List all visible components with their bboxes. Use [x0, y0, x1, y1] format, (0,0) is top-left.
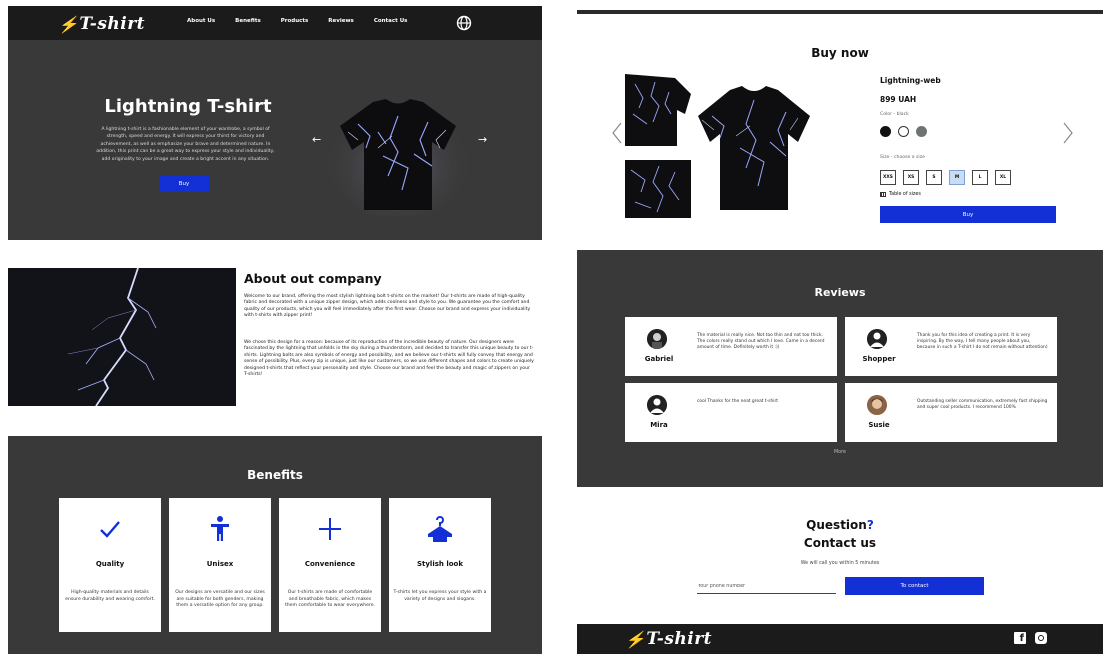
question-mark: ? — [866, 518, 874, 532]
product-name: Lightning-web — [880, 76, 941, 85]
size-selector: XXS XS S M L XL — [880, 170, 1011, 185]
hero-next-arrow[interactable]: → — [478, 133, 487, 146]
avatar — [867, 395, 887, 415]
about-title: About out company — [244, 271, 382, 286]
bolt-icon: ⚡ — [58, 14, 79, 34]
benefit-card-convenience: Convenience Our t-shirts are made of com… — [279, 498, 381, 632]
benefits-title: Benefits — [247, 468, 303, 482]
top-divider — [577, 10, 1103, 14]
review-text: cool Thanks for the neat great t-shirt — [697, 399, 779, 404]
nav-products[interactable]: Products — [281, 18, 309, 24]
review-text: Outstanding seller communication, extrem… — [917, 399, 1048, 410]
review-text: Thank you for this idea of creating a pr… — [917, 333, 1048, 350]
nav-benefits[interactable]: Benefits — [235, 18, 261, 24]
size-option-xl[interactable]: XL — [995, 170, 1011, 185]
phone-input[interactable] — [697, 580, 836, 594]
color-label: Color - black — [880, 112, 909, 117]
brand-logo[interactable]: ⚡ T-shirt — [58, 14, 145, 34]
avatar — [647, 329, 667, 349]
person-icon — [211, 516, 229, 541]
nav-reviews[interactable]: Reviews — [328, 18, 354, 24]
size-option-xs[interactable]: XS — [903, 170, 919, 185]
product-price: 899 UAH — [880, 95, 917, 104]
reviews-section: Reviews Gabriel The material is really n… — [577, 250, 1103, 487]
benefit-title: Unisex — [206, 560, 234, 568]
logo-text: T-shirt — [646, 629, 713, 649]
top-navbar: ⚡ T-shirt About Us Benefits Products Rev… — [8, 6, 542, 40]
table-icon — [880, 192, 886, 197]
footer: ⚡ T-shirt f — [577, 624, 1103, 654]
benefit-title: Quality — [95, 560, 125, 568]
nav-links: About Us Benefits Products Reviews Conta… — [187, 18, 407, 24]
instagram-icon[interactable] — [1035, 632, 1047, 644]
product-main-image — [698, 86, 810, 210]
chevron-left-icon[interactable] — [611, 122, 623, 144]
lightning-photo — [8, 268, 236, 406]
benefit-card-unisex: Unisex Our designs are versatile and our… — [169, 498, 271, 632]
benefit-description: Our t-shirts are made of comfortable and… — [284, 590, 376, 609]
check-icon — [100, 521, 120, 538]
tshirt-image — [328, 99, 468, 216]
benefit-description: T-shirts let you express your style with… — [393, 590, 487, 602]
bolt-icon: ⚡ — [625, 629, 646, 649]
size-option-m[interactable]: M — [949, 170, 965, 185]
benefit-title: Stylish look — [416, 560, 463, 568]
size-option-xxs[interactable]: XXS — [880, 170, 896, 185]
review-text: The material is really nice. Not too thi… — [697, 333, 825, 350]
size-label: Size - choose a size — [880, 155, 925, 160]
about-paragraph-1: Welcome to our brand, offering the most … — [244, 294, 531, 319]
hero-prev-arrow[interactable]: ← — [312, 133, 321, 146]
product-thumbnail-front[interactable] — [625, 74, 691, 146]
reviewer-name: Gabriel — [644, 355, 674, 363]
plus-icon — [319, 518, 341, 540]
to-contact-button[interactable]: To contact — [845, 577, 984, 595]
logo-text: T-shirt — [79, 14, 146, 34]
nav-contact-us[interactable]: Contact Us — [374, 18, 408, 24]
product-thumbnail-back[interactable] — [625, 152, 691, 218]
question-text: Question — [806, 518, 867, 532]
size-option-l[interactable]: L — [972, 170, 988, 185]
color-swatch-gray[interactable] — [916, 126, 927, 137]
review-card-susie: Susie Outstanding seller communication, … — [845, 383, 1057, 442]
benefit-title: Convenience — [304, 560, 356, 568]
table-of-sizes-label: Table of sizes — [889, 192, 921, 197]
review-card-shopper: Shopper Thank you for this idea of creat… — [845, 317, 1057, 376]
review-card-gabriel: Gabriel The material is really nice. Not… — [625, 317, 837, 376]
hero-section: Lightning T-shirt A lightning t-shirt is… — [8, 40, 542, 240]
nav-about-us[interactable]: About Us — [187, 18, 215, 24]
hero-buy-button[interactable]: Buy — [159, 176, 209, 192]
reviewer-name: Susie — [868, 421, 890, 429]
avatar — [647, 395, 667, 415]
callback-note: We will call you within 5 minutes — [800, 561, 880, 566]
reviewer-name: Shopper — [862, 355, 896, 363]
buy-now-title: Buy now — [811, 46, 869, 60]
benefit-card-stylish: Stylish look T-shirts let you express yo… — [389, 498, 491, 632]
page: ⚡ T-shirt About Us Benefits Products Rev… — [0, 0, 1103, 654]
reviews-title: Reviews — [814, 286, 866, 299]
benefits-section: Benefits Quality High-quality materials … — [8, 436, 542, 654]
hanger-icon — [428, 516, 452, 542]
facebook-icon[interactable]: f — [1014, 632, 1026, 644]
color-swatch-black[interactable] — [880, 126, 891, 137]
chevron-right-icon[interactable] — [1062, 122, 1074, 144]
globe-icon[interactable] — [456, 15, 472, 31]
table-of-sizes-link[interactable]: Table of sizes — [880, 192, 921, 197]
contact-title: Contact us — [803, 536, 877, 550]
more-reviews-link[interactable]: More — [577, 450, 1103, 455]
footer-logo[interactable]: ⚡ T-shirt — [625, 629, 712, 649]
hero-description: A lightning t-shirt is a fashionable ele… — [96, 127, 275, 162]
color-swatch-white[interactable] — [898, 126, 909, 137]
hero-title: Lightning T-shirt — [104, 96, 272, 117]
benefit-card-quality: Quality High-quality materials and detai… — [59, 498, 161, 632]
benefit-description: High-quality materials and details ensur… — [65, 590, 155, 602]
avatar — [867, 329, 887, 349]
product-buy-button[interactable]: Buy — [880, 206, 1056, 223]
reviewer-name: Mira — [650, 421, 668, 429]
size-option-s[interactable]: S — [926, 170, 942, 185]
review-card-mira: Mira cool Thanks for the neat great t-sh… — [625, 383, 837, 442]
benefit-description: Our designs are versatile and our sizes … — [175, 590, 265, 609]
about-paragraph-2: We chose this design for a reason: becau… — [244, 340, 534, 378]
question-heading: Question? — [577, 518, 1103, 532]
